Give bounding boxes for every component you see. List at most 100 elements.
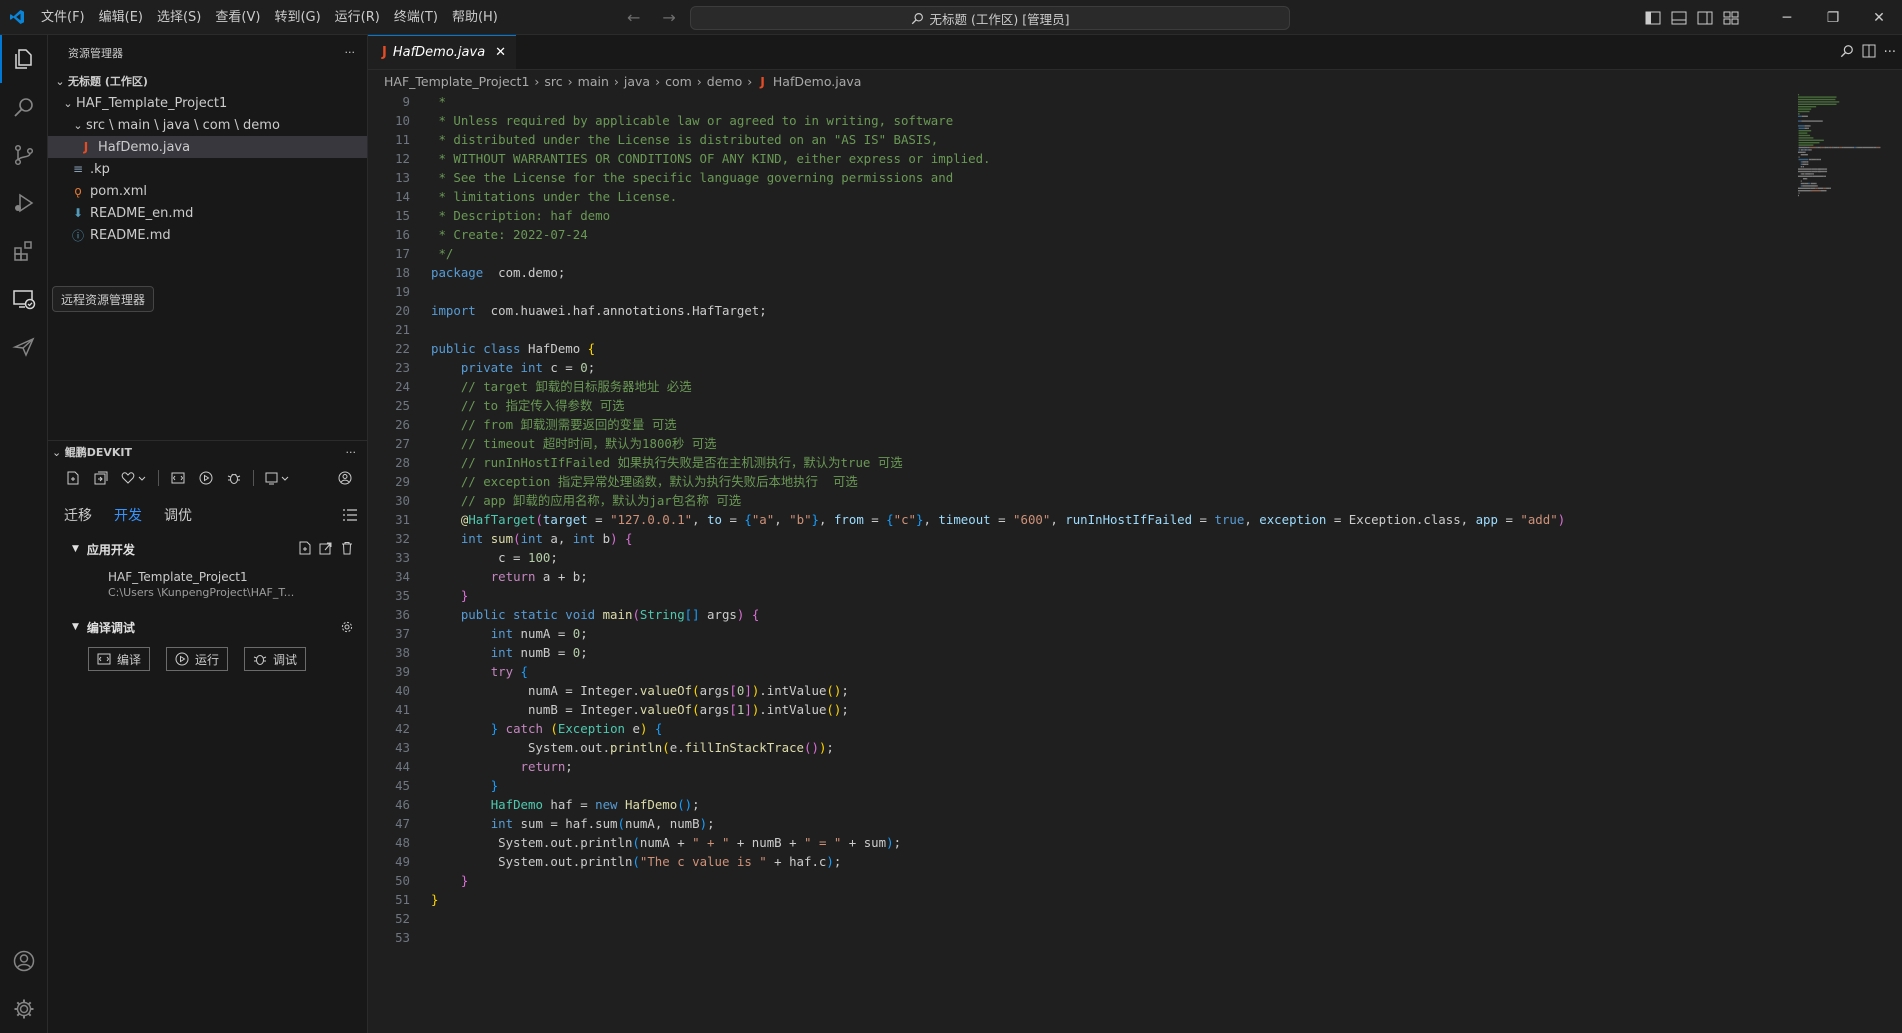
code-token: "c" bbox=[893, 512, 917, 527]
remote-explorer-icon[interactable] bbox=[0, 275, 48, 323]
devkit-header[interactable]: ⌄ 鲲鹏DEVKIT ··· bbox=[48, 441, 368, 463]
more-actions-icon[interactable]: ··· bbox=[346, 446, 357, 459]
source-control-icon[interactable] bbox=[0, 131, 48, 179]
import-icon[interactable] bbox=[92, 469, 110, 487]
menu-run[interactable]: 运行(R) bbox=[328, 0, 387, 35]
close-window-icon[interactable]: ✕ bbox=[1856, 0, 1902, 35]
tree-file-readme[interactable]: ⓘ README.md bbox=[48, 224, 367, 246]
more-actions-icon[interactable]: ··· bbox=[345, 46, 356, 59]
search-icon[interactable] bbox=[0, 83, 48, 131]
menu-selection[interactable]: 选择(S) bbox=[150, 0, 208, 35]
health-dropdown-icon[interactable] bbox=[120, 469, 148, 487]
customize-layout-icon[interactable] bbox=[1718, 0, 1744, 35]
settings-gear-icon[interactable] bbox=[0, 985, 48, 1033]
gear-icon[interactable] bbox=[340, 620, 354, 637]
editor-actions: ··· bbox=[1840, 35, 1896, 70]
delete-icon[interactable] bbox=[340, 541, 354, 558]
chevron-down-icon: ⌄ bbox=[63, 96, 73, 110]
toggle-secondary-sidebar-icon[interactable] bbox=[1692, 0, 1718, 35]
tree-file-pom[interactable]: ǫ pom.xml bbox=[48, 180, 367, 202]
app-dev-section[interactable]: ▼ 应用开发 bbox=[48, 537, 368, 561]
line-number: 38 bbox=[395, 645, 410, 660]
menu-help[interactable]: 帮助(H) bbox=[445, 0, 505, 35]
menu-view[interactable]: 查看(V) bbox=[208, 0, 267, 35]
breadcrumb-item[interactable]: src bbox=[544, 74, 562, 89]
accounts-icon[interactable] bbox=[0, 937, 48, 985]
run-button[interactable]: 运行 bbox=[166, 647, 229, 671]
menu-edit[interactable]: 编辑(E) bbox=[92, 0, 150, 35]
menu-terminal[interactable]: 终端(T) bbox=[387, 0, 445, 35]
breadcrumb-item[interactable]: HAF_Template_Project1 bbox=[384, 74, 529, 89]
close-tab-icon[interactable]: ✕ bbox=[495, 45, 506, 60]
new-file-icon[interactable] bbox=[64, 469, 82, 487]
build-debug-section[interactable]: ▼ 编译调试 bbox=[48, 615, 368, 639]
menu-file[interactable]: 文件(F) bbox=[34, 0, 92, 35]
tree-folder-src[interactable]: ⌄ src \ main \ java \ com \ demo bbox=[48, 114, 367, 136]
minimap-stroke bbox=[1804, 149, 1807, 151]
more-actions-icon[interactable]: ··· bbox=[1884, 45, 1896, 60]
minimap-stroke bbox=[1811, 168, 1816, 170]
breadcrumb-item[interactable]: main bbox=[578, 74, 609, 89]
restore-icon[interactable]: ❐ bbox=[1810, 0, 1856, 35]
project-name[interactable]: HAF_Template_Project1 bbox=[48, 569, 368, 585]
command-center[interactable]: 无标题 (工作区) [管理员] bbox=[690, 6, 1290, 30]
run-icon[interactable] bbox=[197, 469, 215, 487]
extensions-icon[interactable] bbox=[0, 227, 48, 275]
code-token: ; bbox=[580, 626, 588, 641]
tab-develop[interactable]: 开发 bbox=[114, 505, 142, 525]
tree-file-kp[interactable]: ≡ .kp bbox=[48, 158, 367, 180]
breadcrumb-item[interactable]: com bbox=[665, 74, 692, 89]
code-line: 24 // target 卸载的目标服务器地址 必选 bbox=[368, 377, 1798, 396]
minimap-stroke bbox=[1843, 146, 1853, 149]
list-view-icon[interactable] bbox=[342, 507, 358, 527]
editor-tab-hafdemo[interactable]: J HafDemo.java ✕ bbox=[368, 35, 517, 69]
menu-go[interactable]: 转到(G) bbox=[267, 0, 327, 35]
forward-arrow-icon[interactable]: → bbox=[662, 8, 675, 27]
debug-icon[interactable] bbox=[225, 469, 243, 487]
minimap[interactable] bbox=[1794, 92, 1902, 212]
minimap-stroke bbox=[1798, 120, 1802, 122]
code-token: println bbox=[610, 740, 663, 755]
compile-button[interactable]: 编译 bbox=[88, 647, 151, 671]
editor-area: J HafDemo.java ✕ ··· HAF_Template_Projec… bbox=[368, 35, 1902, 1033]
code-token: int bbox=[460, 531, 484, 546]
minimize-icon[interactable]: ─ bbox=[1764, 0, 1810, 35]
debug-button[interactable]: 调试 bbox=[244, 647, 307, 671]
minimap-stroke bbox=[1800, 180, 1802, 182]
toggle-panel-icon[interactable] bbox=[1666, 0, 1692, 35]
code-token: " + " bbox=[692, 835, 730, 850]
explorer-icon[interactable] bbox=[0, 35, 48, 83]
minimap-stroke bbox=[1812, 173, 1814, 175]
back-arrow-icon[interactable]: ← bbox=[627, 8, 640, 27]
code-token: catch bbox=[505, 721, 543, 736]
add-project-icon[interactable] bbox=[298, 541, 312, 558]
toggle-primary-sidebar-icon[interactable] bbox=[1640, 0, 1666, 35]
tab-tune[interactable]: 调优 bbox=[164, 505, 192, 525]
breadcrumb-item[interactable]: HafDemo.java bbox=[773, 74, 862, 89]
tree-folder-project[interactable]: ⌄ HAF_Template_Project1 bbox=[48, 92, 367, 114]
code-token: { bbox=[587, 341, 596, 356]
user-icon[interactable] bbox=[336, 469, 354, 487]
breadcrumb-item[interactable]: demo bbox=[707, 74, 742, 89]
minimap-stroke bbox=[1879, 146, 1881, 149]
minimap-stroke bbox=[1809, 125, 1811, 127]
code-editor[interactable]: 9 * 10 * Unless required by applicable la… bbox=[368, 92, 1798, 947]
tab-migrate[interactable]: 迁移 bbox=[64, 505, 92, 525]
code-token: System.out.println bbox=[431, 835, 633, 850]
split-editor-icon[interactable] bbox=[1862, 44, 1876, 62]
tree-file-hafdemo[interactable]: J HafDemo.java bbox=[48, 136, 367, 158]
run-and-debug-icon[interactable] bbox=[0, 179, 48, 227]
app-dev-title: 应用开发 bbox=[86, 542, 135, 557]
deploy-dropdown-icon[interactable] bbox=[264, 469, 292, 487]
code-token: System.out. bbox=[431, 740, 611, 755]
search-icon[interactable] bbox=[1840, 44, 1854, 62]
title-bar-controls: ─ ❐ ✕ bbox=[1640, 0, 1902, 35]
workspace-root[interactable]: ⌄ 无标题 (工作区) bbox=[48, 70, 367, 92]
breadcrumb-item[interactable]: java bbox=[624, 74, 650, 89]
devkit-icon[interactable] bbox=[0, 323, 48, 371]
import-project-icon[interactable] bbox=[319, 541, 333, 558]
minimap-stroke bbox=[1798, 130, 1812, 132]
compile-icon[interactable] bbox=[169, 469, 187, 487]
tree-file-readme-en[interactable]: ⬇ README_en.md bbox=[48, 202, 367, 224]
